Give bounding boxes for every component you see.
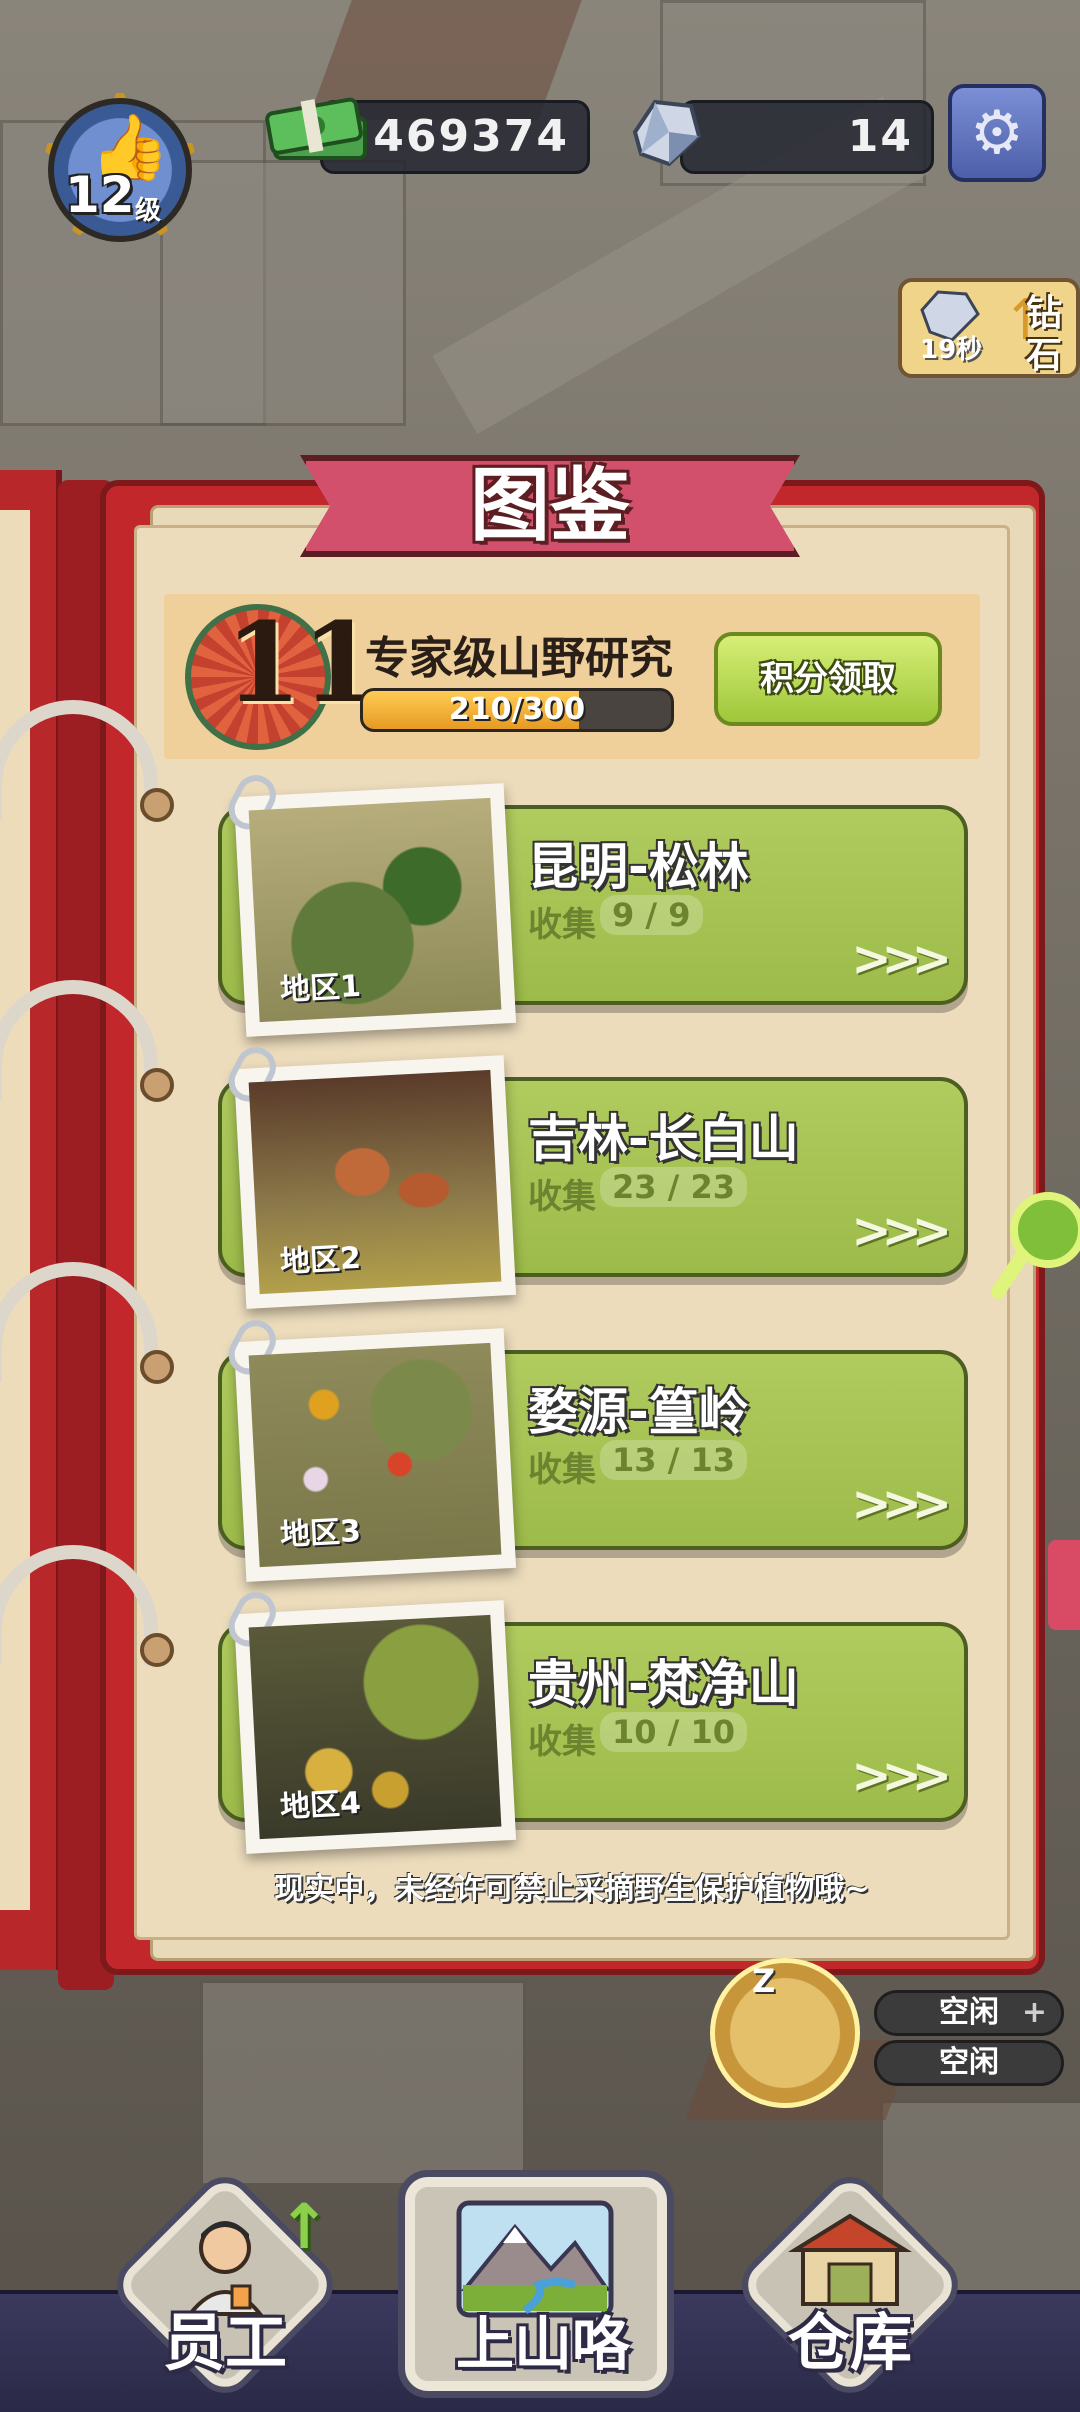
region-photo-1[interactable]: 地区1 bbox=[221, 768, 517, 1037]
collect-count: 13 / 13 bbox=[600, 1440, 748, 1480]
slot-status-text: 空闲 bbox=[939, 2045, 999, 2080]
claim-points-label: 积分领取 bbox=[760, 659, 896, 699]
worker-slot-status[interactable]: 空闲 + bbox=[874, 1990, 1064, 2036]
offer-timer: 19秒 bbox=[920, 335, 983, 365]
worker-avatar-bubble[interactable] bbox=[710, 1958, 860, 2108]
protection-notice: 现实中，未经许可禁止采摘野生保护植物哦~ bbox=[274, 1872, 870, 1907]
settings-button[interactable]: ⚙ bbox=[948, 84, 1046, 182]
binder-ring-end bbox=[140, 1633, 174, 1667]
binder-ring-end bbox=[140, 788, 174, 822]
region-name: 贵州-梵净山 bbox=[528, 1655, 799, 1713]
rank-progress-bar: 210/300 bbox=[360, 688, 674, 732]
region-name: 婺源-篁岭 bbox=[528, 1383, 749, 1441]
chevron-right-icon: >>> bbox=[851, 1476, 952, 1532]
collect-label: 收集 bbox=[528, 1177, 596, 1217]
region-label: 地区1 bbox=[279, 968, 362, 1009]
gem-value: 14 bbox=[847, 111, 913, 162]
gear-icon: ⚙ bbox=[970, 98, 1024, 168]
chevron-right-icon: >>> bbox=[851, 1203, 952, 1259]
nav-warehouse-label: 仓库 bbox=[787, 2306, 912, 2379]
codex-title: 图鉴 bbox=[470, 459, 630, 552]
nav-mountain-label: 上山咯 bbox=[455, 2310, 630, 2378]
region-photo-4[interactable]: 地区4 bbox=[221, 1585, 517, 1854]
collect-count: 10 / 10 bbox=[600, 1712, 748, 1752]
nav-warehouse-button[interactable]: 仓库 bbox=[729, 2164, 971, 2406]
region-name: 昆明-松林 bbox=[528, 838, 749, 896]
level-unit: 级 bbox=[135, 196, 162, 226]
region-photo-2[interactable]: 地区2 bbox=[221, 1040, 517, 1309]
binder-ring-end bbox=[140, 1068, 174, 1102]
claim-points-button[interactable]: 积分领取 bbox=[714, 632, 942, 726]
collect-label: 收集 bbox=[528, 1450, 596, 1490]
region-label: 地区4 bbox=[279, 1785, 362, 1826]
slot-status-text: 空闲 bbox=[939, 1995, 999, 2030]
rank-number: 11 bbox=[225, 598, 379, 727]
plus-icon: + bbox=[1021, 1995, 1047, 2030]
region-label: 地区3 bbox=[279, 1513, 362, 1554]
chevron-right-icon: >>> bbox=[851, 1748, 952, 1804]
offer-label-2: 石 bbox=[1025, 335, 1062, 376]
cash-stack-icon bbox=[265, 97, 367, 160]
collect-label: 收集 bbox=[528, 905, 596, 945]
region-label: 地区2 bbox=[279, 1240, 362, 1281]
diamond-icon bbox=[632, 99, 702, 167]
binder-ring-end bbox=[140, 1350, 174, 1384]
worker-slot-status[interactable]: 空闲 bbox=[874, 2040, 1064, 2086]
nav-staff-label: 员工 bbox=[162, 2306, 287, 2379]
player-level-badge[interactable]: 👍 12 级 bbox=[30, 80, 210, 260]
rank-title: 专家级山野研究 bbox=[365, 633, 673, 684]
nav-mountain-button[interactable]: 上山咯 bbox=[398, 2170, 674, 2398]
side-tab[interactable] bbox=[1048, 1540, 1080, 1630]
cash-value: 469374 bbox=[373, 111, 569, 162]
level-number: 12 bbox=[65, 166, 135, 224]
collect-label: 收集 bbox=[528, 1722, 596, 1762]
collect-count: 23 / 23 bbox=[600, 1167, 748, 1207]
region-photo-3[interactable]: 地区3 bbox=[221, 1313, 517, 1582]
rank-progress-text: 210/300 bbox=[448, 692, 586, 727]
chevron-right-icon: >>> bbox=[851, 931, 952, 987]
diamond-offer-button[interactable]: ↑ 19秒 钻 石 bbox=[898, 278, 1080, 378]
upgrade-available-icon: ↑ bbox=[278, 2190, 330, 2263]
sleep-indicator: Z bbox=[752, 1962, 776, 2000]
collect-count: 9 / 9 bbox=[600, 895, 703, 935]
codex-title-ribbon: 图鉴 bbox=[300, 455, 800, 557]
region-name: 吉林-长白山 bbox=[528, 1110, 799, 1168]
gem-counter[interactable]: 14 bbox=[680, 100, 934, 174]
magnifier-icon[interactable] bbox=[990, 1190, 1080, 1300]
